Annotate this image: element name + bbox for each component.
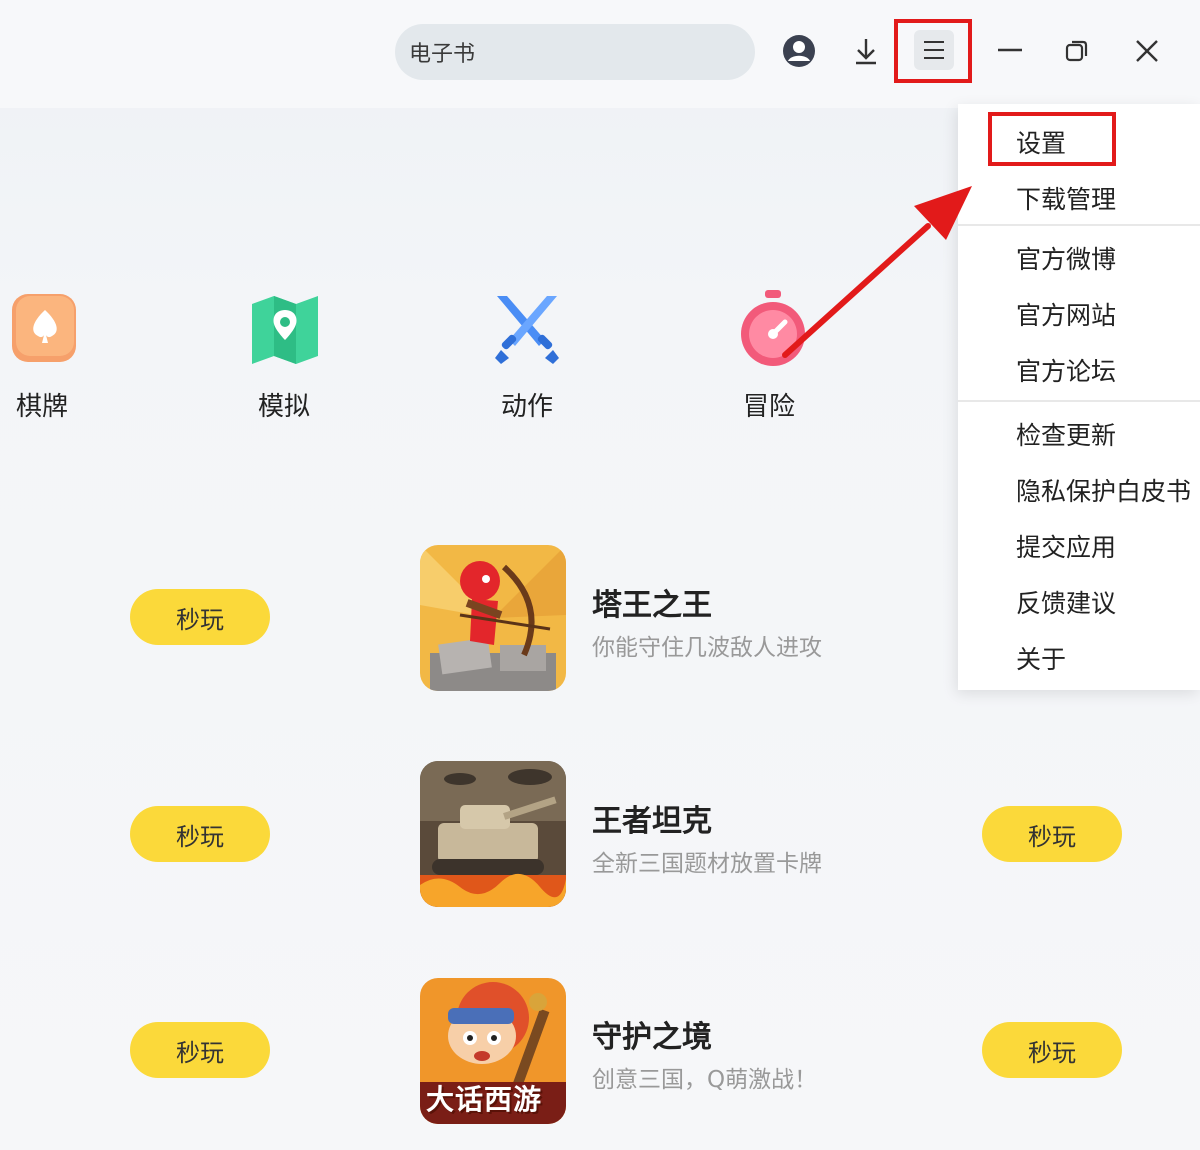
play-button-label: 秒玩 (1028, 1038, 1076, 1067)
menu-divider (958, 400, 1200, 402)
menu-item-download-manager[interactable]: 下载管理 (1016, 180, 1116, 216)
stopwatch-icon (729, 290, 809, 370)
download-icon[interactable] (850, 34, 882, 68)
menu-item-about[interactable]: 关于 (1016, 640, 1066, 676)
game-thumbnail[interactable] (420, 545, 566, 691)
play-button[interactable]: 秒玩 (130, 806, 270, 862)
game-thumbnail[interactable] (420, 761, 566, 907)
category-label: 棋牌 (15, 392, 68, 422)
category-card[interactable]: 模拟 (239, 290, 329, 423)
restore-icon[interactable] (1060, 34, 1094, 68)
menu-item-official-forum[interactable]: 官方论坛 (1016, 352, 1116, 388)
game-title[interactable]: 塔王之王 (592, 580, 712, 624)
play-button[interactable]: 秒玩 (982, 806, 1122, 862)
menu-button-highlight (894, 19, 972, 83)
settings-highlight (988, 112, 1116, 166)
play-button-label: 秒玩 (176, 1038, 224, 1067)
close-icon[interactable] (1130, 34, 1164, 68)
main-menu-dropdown: 设置 下载管理 官方微博 官方网站 官方论坛 检查更新 隐私保护白皮书 提交应用… (958, 104, 1200, 690)
minimize-icon[interactable] (994, 36, 1026, 64)
game-thumbnail[interactable]: 大话西游 (420, 978, 566, 1124)
play-button-label: 秒玩 (1028, 822, 1076, 851)
game-title[interactable]: 王者坦克 (592, 796, 712, 840)
user-icon[interactable] (780, 32, 818, 70)
category-card[interactable]: 冒险 (724, 290, 814, 423)
game-description: 你能守住几波敌人进攻 (592, 635, 822, 661)
play-button[interactable]: 秒玩 (982, 1022, 1122, 1078)
menu-item-check-update[interactable]: 检查更新 (1016, 416, 1116, 452)
menu-item-feedback[interactable]: 反馈建议 (1016, 584, 1116, 620)
play-button[interactable]: 秒玩 (130, 589, 270, 645)
play-button[interactable]: 秒玩 (130, 1022, 270, 1078)
crossed-swords-icon (487, 290, 567, 370)
menu-item-official-website[interactable]: 官方网站 (1016, 296, 1116, 332)
category-label: 冒险 (742, 392, 795, 422)
spade-icon (2, 290, 82, 370)
menu-item-submit-app[interactable]: 提交应用 (1016, 528, 1116, 564)
category-label: 模拟 (257, 392, 310, 422)
menu-item-official-weibo[interactable]: 官方微博 (1016, 240, 1116, 276)
map-pin-icon (244, 290, 324, 370)
game-description: 全新三国题材放置卡牌 (592, 851, 822, 877)
game-title[interactable]: 守护之境 (592, 1012, 712, 1056)
category-label: 动作 (500, 392, 553, 422)
search-input[interactable]: 电子书 (395, 24, 755, 80)
game-description: 创意三国，Q萌激战！ (592, 1067, 818, 1093)
menu-item-privacy-whitepaper[interactable]: 隐私保护白皮书 (1016, 472, 1191, 508)
play-button-label: 秒玩 (176, 822, 224, 851)
menu-divider (958, 224, 1200, 226)
game-logo-text: 大话西游 (426, 1083, 543, 1116)
play-button-label: 秒玩 (176, 605, 224, 634)
category-card[interactable]: 动作 (482, 290, 572, 423)
category-card[interactable]: 棋牌 (0, 290, 87, 423)
search-text: 电子书 (409, 42, 476, 67)
